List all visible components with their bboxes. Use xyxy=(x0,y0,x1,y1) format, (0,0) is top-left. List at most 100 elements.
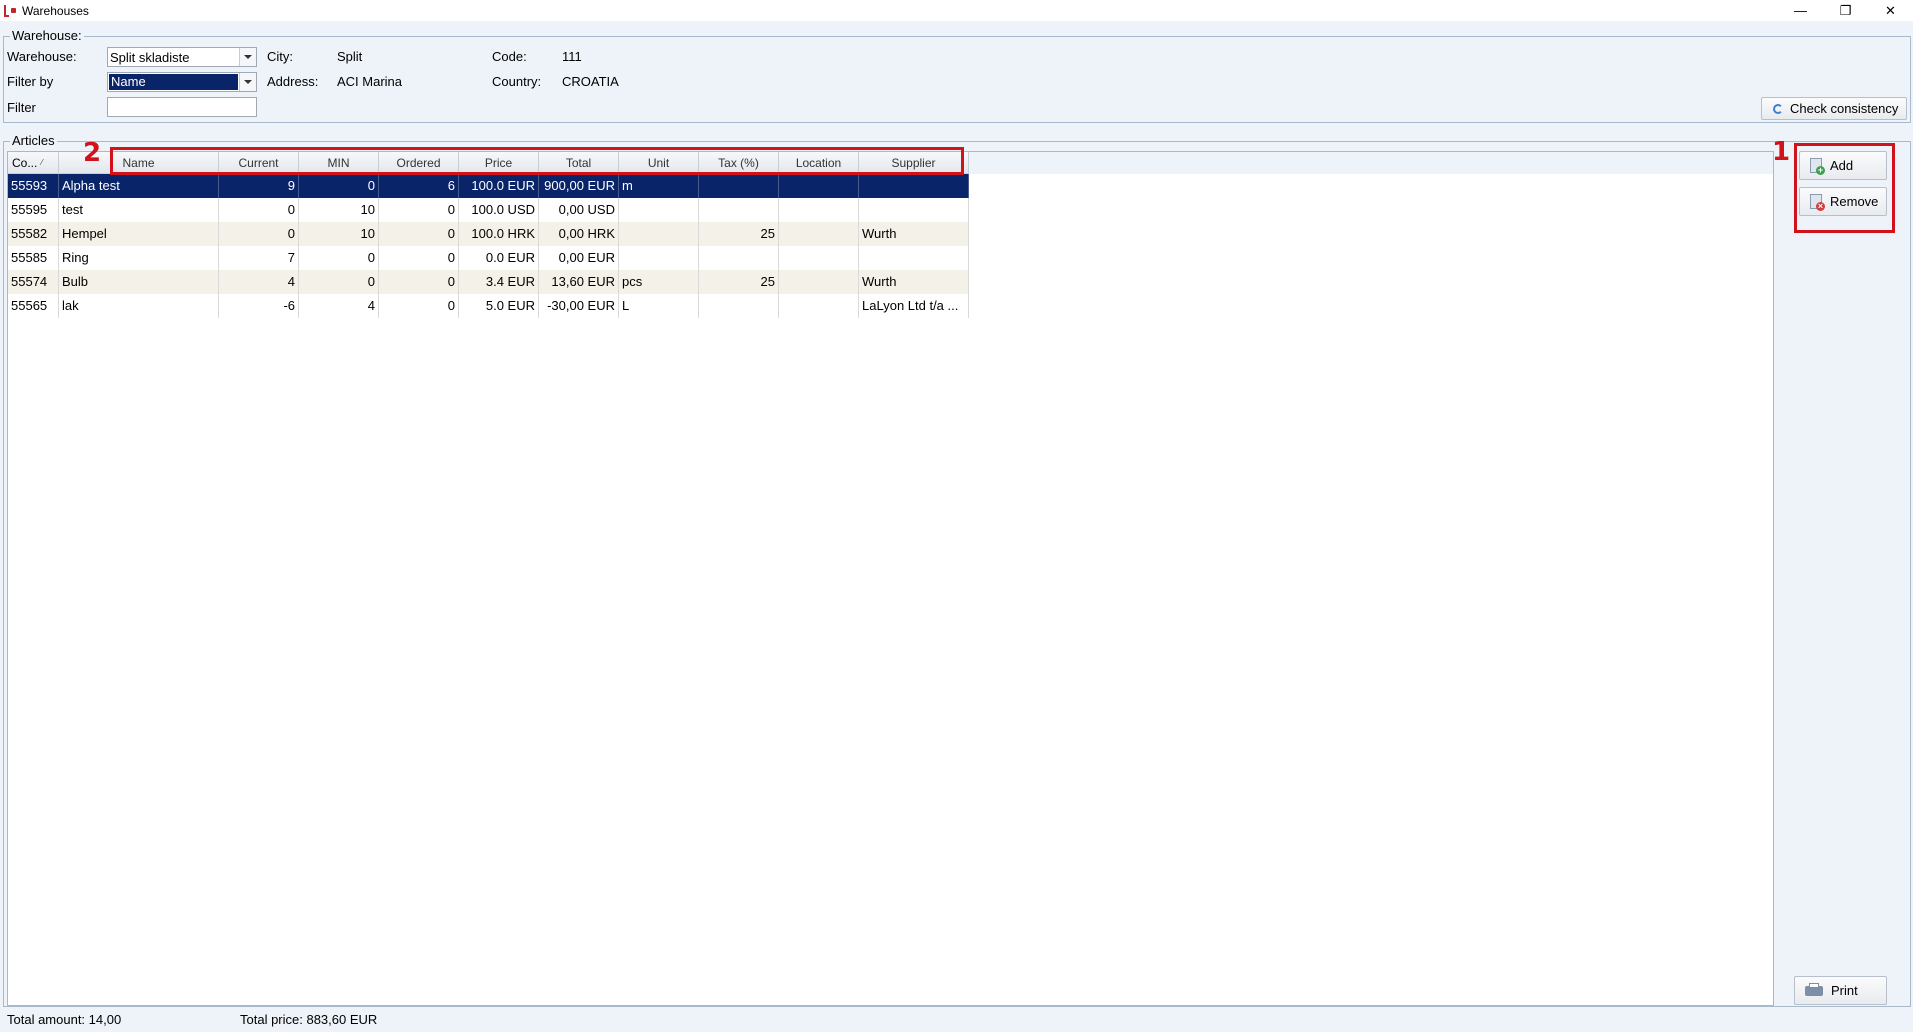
check-consistency-label: Check consistency xyxy=(1790,101,1899,116)
column-header-label: Name xyxy=(122,155,155,170)
cell-location xyxy=(779,222,859,246)
window-title: Warehouses xyxy=(22,3,89,18)
cell-tax xyxy=(699,294,779,318)
add-document-icon: + xyxy=(1808,157,1825,175)
cell-min: 10 xyxy=(299,198,379,222)
code-value: 111 xyxy=(562,49,582,64)
print-button[interactable]: Print xyxy=(1794,976,1887,1005)
cell-name: lak xyxy=(59,294,219,318)
cell-name: Hempel xyxy=(59,222,219,246)
cell-ordered: 6 xyxy=(379,174,459,198)
table-row[interactable]: 55582 Hempel 0 10 0 100.0 HRK 0,00 HRK 25 Wurth xyxy=(8,222,969,246)
refresh-icon xyxy=(1770,101,1786,117)
column-header-label: Location xyxy=(795,155,842,170)
cell-location xyxy=(779,246,859,270)
check-consistency-button[interactable]: Check consistency xyxy=(1761,97,1907,120)
city-label: City: xyxy=(267,49,293,64)
cell-code: 55582 xyxy=(8,222,59,246)
column-header-unit[interactable]: Unit xyxy=(619,152,699,174)
warehouse-select-value: Split skladiste xyxy=(110,49,190,65)
table-row[interactable]: 55595 test 0 10 0 100.0 USD 0,00 USD xyxy=(8,198,969,222)
cell-tax xyxy=(699,198,779,222)
cell-price: 100.0 HRK xyxy=(459,222,539,246)
cell-price: 3.4 EUR xyxy=(459,270,539,294)
cell-current: -6 xyxy=(219,294,299,318)
cell-min: 0 xyxy=(299,246,379,270)
column-header-code[interactable]: Co... ⁄ xyxy=(8,152,59,174)
add-button[interactable]: + Add xyxy=(1799,151,1887,180)
cell-total: 0,00 USD xyxy=(539,198,619,222)
column-header-total[interactable]: Total xyxy=(539,152,619,174)
cell-name: Bulb xyxy=(59,270,219,294)
column-header-current[interactable]: Current xyxy=(219,152,299,174)
filter-input[interactable] xyxy=(107,97,257,117)
table-row[interactable]: 55593 Alpha test 9 0 6 100.0 EUR 900,00 EUR m xyxy=(8,174,969,198)
column-header-location[interactable]: Location xyxy=(779,152,859,174)
column-header-label: Ordered xyxy=(396,155,441,170)
column-header-label: Supplier xyxy=(891,155,936,170)
cell-current: 9 xyxy=(219,174,299,198)
cell-supplier xyxy=(859,246,969,270)
column-header-min[interactable]: MIN xyxy=(299,152,379,174)
warehouse-select[interactable]: Split skladiste xyxy=(107,47,257,67)
city-value: Split xyxy=(337,49,363,64)
column-header-ordered[interactable]: Ordered xyxy=(379,152,459,174)
code-label: Code: xyxy=(492,49,527,64)
cell-location xyxy=(779,174,859,198)
close-button[interactable]: ✕ xyxy=(1868,0,1913,21)
cell-price: 5.0 EUR xyxy=(459,294,539,318)
cell-tax: 25 xyxy=(699,222,779,246)
table-body: 55593 Alpha test 9 0 6 100.0 EUR 900,00 EUR m 55… xyxy=(8,174,969,318)
chevron-down-icon[interactable] xyxy=(239,73,256,91)
cell-tax xyxy=(699,246,779,270)
cell-total: 13,60 EUR xyxy=(539,270,619,294)
cell-total: -30,00 EUR xyxy=(539,294,619,318)
remove-button[interactable]: × Remove xyxy=(1799,187,1887,216)
callout-number-2: 2 xyxy=(83,138,102,168)
cell-total: 0,00 EUR xyxy=(539,246,619,270)
cell-unit xyxy=(619,246,699,270)
cell-supplier xyxy=(859,174,969,198)
cell-min: 4 xyxy=(299,294,379,318)
app-logo-icon xyxy=(3,4,17,18)
filter-by-select[interactable]: Name xyxy=(107,72,257,92)
cell-min: 0 xyxy=(299,270,379,294)
cell-ordered: 0 xyxy=(379,270,459,294)
cell-ordered: 0 xyxy=(379,246,459,270)
cell-tax xyxy=(699,174,779,198)
cell-current: 4 xyxy=(219,270,299,294)
column-header-price[interactable]: Price xyxy=(459,152,539,174)
title-bar: Warehouses — ❐ ✕ xyxy=(0,0,1913,21)
table-row[interactable]: 55565 lak -6 4 0 5.0 EUR -30,00 EUR L LaLyon Ltd… xyxy=(8,294,969,318)
minimize-button[interactable]: — xyxy=(1778,0,1823,21)
total-price: Total price: 883,60 EUR xyxy=(240,1012,378,1027)
column-header-label: Total xyxy=(565,155,592,170)
cell-price: 100.0 EUR xyxy=(459,174,539,198)
articles-table: Co... ⁄ Name Current MIN Ordered Price Total Uni… xyxy=(7,151,1774,1006)
cell-ordered: 0 xyxy=(379,198,459,222)
cell-supplier: LaLyon Ltd t/a ... xyxy=(859,294,969,318)
country-value: CROATIA xyxy=(562,74,619,89)
column-header-supplier[interactable]: Supplier xyxy=(859,152,969,174)
cell-price: 100.0 USD xyxy=(459,198,539,222)
column-header-tax[interactable]: Tax (%) xyxy=(699,152,779,174)
cell-min: 10 xyxy=(299,222,379,246)
total-amount: Total amount: 14,00 xyxy=(7,1012,122,1027)
table-row[interactable]: 55585 Ring 7 0 0 0.0 EUR 0,00 EUR xyxy=(8,246,969,270)
warehouses-window: Warehouses — ❐ ✕ Warehouse: Warehouse: S… xyxy=(0,0,1913,1032)
table-header: Co... ⁄ Name Current MIN Ordered Price Total Uni… xyxy=(8,152,969,174)
cell-unit xyxy=(619,198,699,222)
filter-label: Filter xyxy=(7,100,36,115)
warehouse-group-legend: Warehouse: xyxy=(10,28,84,43)
cell-location xyxy=(779,294,859,318)
cell-unit: m xyxy=(619,174,699,198)
address-value: ACI Marina xyxy=(337,74,403,89)
cell-code: 55593 xyxy=(8,174,59,198)
chevron-down-icon[interactable] xyxy=(239,48,256,66)
cell-code: 55595 xyxy=(8,198,59,222)
cell-supplier: Wurth xyxy=(859,270,969,294)
cell-ordered: 0 xyxy=(379,222,459,246)
cell-code: 55574 xyxy=(8,270,59,294)
restore-button[interactable]: ❐ xyxy=(1823,0,1868,21)
table-row[interactable]: 55574 Bulb 4 0 0 3.4 EUR 13,60 EUR pcs 25 Wurth xyxy=(8,270,969,294)
